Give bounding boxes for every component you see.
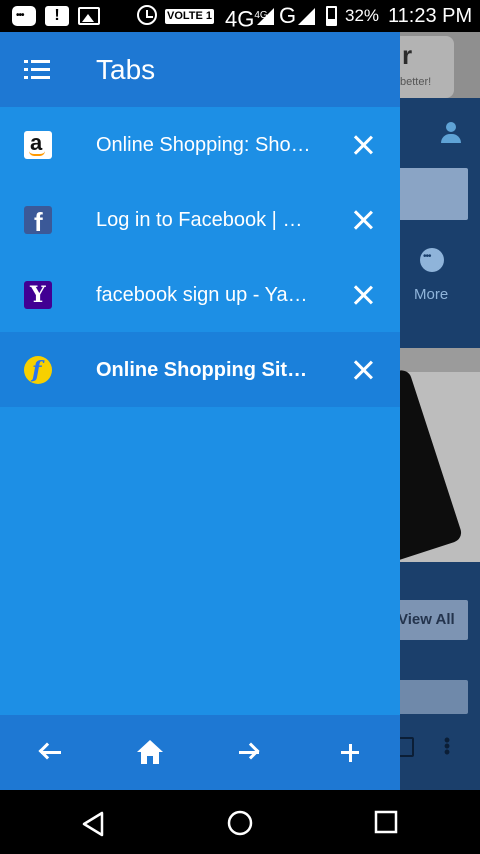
status-bar: ! VOLTE 1 4G4G G 32% 11:23 PM (0, 0, 480, 32)
drawer-header: Tabs (0, 32, 400, 107)
network-type-1-label: 4G (225, 6, 255, 32)
alarm-icon (137, 5, 157, 25)
tab-title: Online Shopping Site for Mobiles, Electr… (96, 359, 311, 381)
tab-title: Online Shopping: Shop Online for Mobiles… (96, 134, 311, 156)
more-icon (420, 248, 444, 272)
message-notification-icon (12, 6, 36, 26)
facebook-icon: f (24, 206, 52, 237)
tab-item[interactable]: f Log in to Facebook | Facebook (0, 182, 400, 257)
tabs-drawer: Tabs a Online Shopping: Shop Online for … (0, 32, 400, 790)
drawer-title: Tabs (96, 54, 156, 85)
tab-item[interactable]: a Online Shopping: Shop Online for Mobil… (0, 107, 400, 182)
volte-badge: VOLTE 1 (165, 9, 215, 24)
tab-item-active[interactable]: f Online Shopping Site for Mobiles, Elec… (0, 332, 400, 407)
alert-notification-icon: ! (45, 6, 69, 26)
promo-card-text: better! (400, 76, 432, 88)
nav-home-icon[interactable] (226, 809, 254, 837)
yahoo-icon: Y (24, 281, 52, 309)
battery-percent: 32% (345, 6, 380, 25)
nav-back-icon[interactable] (80, 810, 108, 838)
plus-icon[interactable] (332, 735, 368, 771)
tab-list: a Online Shopping: Shop Online for Mobil… (0, 107, 400, 407)
signal-icon-1 (257, 8, 274, 25)
user-icon (440, 122, 462, 144)
forward-arrow-icon[interactable] (232, 735, 268, 771)
battery-icon (326, 6, 337, 26)
flipkart-icon: f (24, 356, 52, 384)
menu-icon[interactable] (24, 60, 50, 80)
clock: 11:23 PM (388, 5, 473, 27)
more-label: More (414, 286, 449, 303)
close-icon[interactable] (348, 280, 378, 310)
close-icon[interactable] (348, 205, 378, 235)
system-nav-bar (0, 790, 480, 854)
close-icon[interactable] (348, 130, 378, 160)
network-type-2: G (279, 3, 297, 28)
nav-recents-icon[interactable] (374, 810, 398, 834)
back-arrow-icon[interactable] (32, 735, 68, 771)
tab-title: facebook sign up - Yahoo Search Results (96, 284, 311, 306)
home-icon[interactable] (132, 735, 168, 771)
promo-card-letter: r (402, 40, 413, 70)
drawer-toolbar (0, 715, 400, 790)
overflow-menu-icon: • • • (443, 730, 451, 762)
image-notification-icon (78, 7, 100, 25)
tab-title: Log in to Facebook | Facebook (96, 209, 311, 231)
signal-icon-2 (298, 8, 315, 25)
close-icon[interactable] (348, 355, 378, 385)
amazon-icon: a (24, 130, 52, 159)
tab-item[interactable]: Y facebook sign up - Yahoo Search Result… (0, 257, 400, 332)
